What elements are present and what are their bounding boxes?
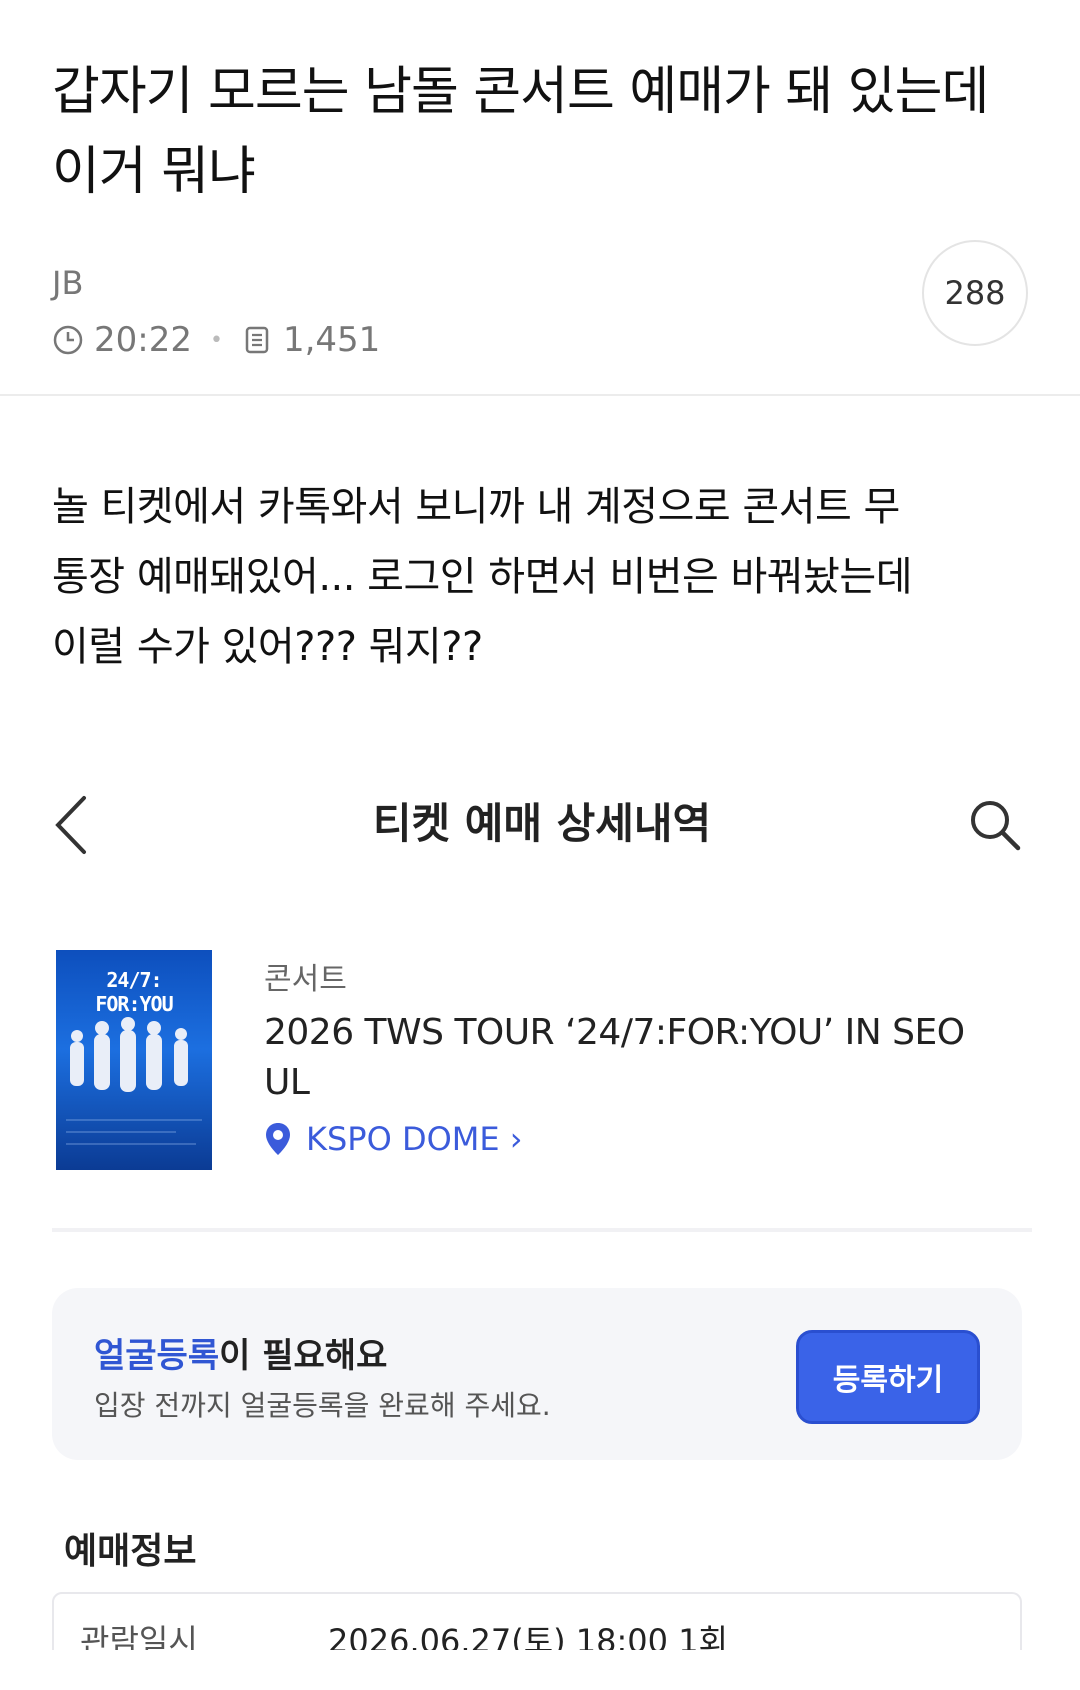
post-title-line2: 이거 뭐냐 [52,142,256,202]
viewing-date-value: 2026.06.27(토) 18:00 1회 [328,1622,728,1650]
booking-info-table: 관람일시 2026.06.27(토) 18:00 1회 [52,1592,1022,1650]
divider [0,394,1080,396]
face-registration-subtitle: 입장 전까지 얼굴등록을 완료해 주세요. [94,1389,551,1422]
location-pin-icon [264,1121,292,1157]
post-header: 갑자기 모르는 남돌 콘서트 예매가 돼 있는데 이거 뭐냐 JB 20:22 … [0,0,1080,360]
ticket-screenshot-image: 티켓 예매 상세내역 24/7: FOR:YOU 콘서트 2026 TWS TO… [52,760,1032,1650]
post-title: 갑자기 모르는 남돌 콘서트 예매가 돼 있는데 이거 뭐냐 [52,52,1028,212]
ticket-page-title: 티켓 예매 상세내역 [372,799,712,848]
view-count: 1,451 [282,320,381,360]
ticket-nav-bar: 티켓 예매 상세내역 [52,760,1032,890]
venue-link: KSPO DOME › [264,1120,1032,1158]
author-name[interactable]: JB [52,264,1028,302]
register-button: 등록하기 [796,1330,980,1424]
poster-figures [66,1017,202,1145]
post-meta: 20:22 • 1,451 [52,320,1028,360]
divider [52,1228,1032,1232]
document-icon [241,324,273,356]
face-registration-title-rest: 이 필요해요 [219,1336,388,1376]
post-title-line1: 갑자기 모르는 남돌 콘서트 예매가 돼 있는데 [52,62,989,122]
booking-info-heading: 예매정보 [64,1531,197,1572]
comment-count: 288 [944,274,1006,312]
body-line: 통장 예매돼있어... 로그인 하면서 비번은 바꿔놨는데 [52,554,913,600]
event-title: 2026 TWS TOUR ‘24/7:FOR:YOU’ IN SEO UL [264,1008,1032,1108]
face-registration-highlight: 얼굴등록 [94,1336,220,1376]
face-registration-title: 얼굴등록이 필요해요 [94,1328,387,1377]
venue-name: KSPO DOME › [306,1120,523,1158]
viewing-date-label: 관람일시 [80,1622,198,1650]
event-summary: 24/7: FOR:YOU 콘서트 2026 TWS TOUR ‘24/7:FO… [52,950,1032,1180]
event-info: 콘서트 2026 TWS TOUR ‘24/7:FOR:YOU’ IN SEO … [264,950,1032,1158]
clock-icon [52,324,84,356]
event-category: 콘서트 [264,962,347,997]
event-title-line2: UL [264,1062,310,1103]
post-body: 놀 티켓에서 카톡와서 보니까 내 계정으로 콘서트 무 통장 예매돼있어...… [52,472,1032,682]
search-icon [968,798,1022,852]
event-poster: 24/7: FOR:YOU [56,950,212,1170]
comment-count-button[interactable]: 288 [922,240,1028,346]
meta-separator: • [209,327,223,353]
post-time: 20:22 [94,320,192,360]
face-registration-card: 얼굴등록이 필요해요 입장 전까지 얼굴등록을 완료해 주세요. 등록하기 [52,1288,1022,1460]
body-line: 이럴 수가 있어??? 뭐지?? [52,624,483,670]
body-line: 놀 티켓에서 카톡와서 보니까 내 계정으로 콘서트 무 [52,484,900,530]
event-title-line1: 2026 TWS TOUR ‘24/7:FOR:YOU’ IN SEO [264,1012,965,1053]
